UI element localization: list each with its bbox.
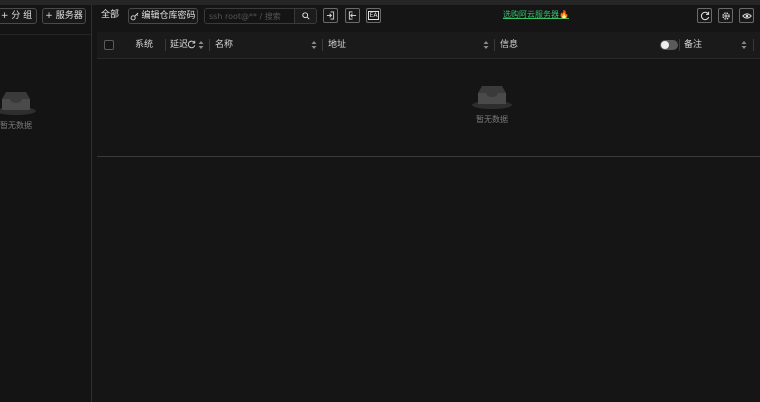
search-icon xyxy=(301,12,310,20)
column-separator xyxy=(494,39,495,51)
ea-label: EA xyxy=(367,11,380,20)
column-separator xyxy=(679,39,680,51)
empty-box-icon xyxy=(0,92,36,115)
empty-box-icon xyxy=(472,86,512,109)
export-button[interactable] xyxy=(345,8,360,23)
eye-icon xyxy=(741,12,752,19)
column-latency[interactable]: 延迟 xyxy=(170,32,188,58)
table-empty-state: 暂无数据 xyxy=(460,83,524,125)
sort-icon[interactable] xyxy=(741,40,747,50)
refresh-icon xyxy=(700,11,709,20)
table-bottom-border xyxy=(97,156,760,157)
main-area: 全部 编辑仓库密码 EA 选购阿云服务器🔥 xyxy=(92,5,760,402)
column-separator xyxy=(753,39,754,51)
gear-icon xyxy=(721,11,730,20)
search-button[interactable] xyxy=(294,8,317,24)
left-panel: + 分 组 + 服务器 暂无数据 xyxy=(0,5,92,402)
table-header: 系统 延迟 名称 地址 信息 备注 xyxy=(97,32,760,59)
sort-icon[interactable] xyxy=(483,40,489,50)
column-separator xyxy=(165,39,166,51)
sort-icon[interactable] xyxy=(311,40,317,50)
column-remark[interactable]: 备注 xyxy=(684,32,702,58)
refresh-button[interactable] xyxy=(697,8,712,23)
info-toggle[interactable] xyxy=(660,40,678,50)
visibility-button[interactable] xyxy=(739,8,754,23)
column-separator xyxy=(322,39,323,51)
column-info: 信息 xyxy=(500,40,519,50)
column-address[interactable]: 地址 xyxy=(328,32,346,58)
column-system[interactable]: 系统 xyxy=(135,32,153,58)
export-icon xyxy=(348,11,357,20)
import-icon xyxy=(326,11,335,20)
refresh-latency-icon[interactable] xyxy=(187,40,196,49)
key-icon xyxy=(131,12,139,20)
sidebar-empty-text: 暂无数据 xyxy=(0,121,32,130)
search-input[interactable] xyxy=(204,8,303,24)
select-all-checkbox[interactable] xyxy=(104,40,114,50)
sidebar-empty-state: 暂无数据 xyxy=(0,89,46,131)
add-group-button[interactable]: + 分 组 xyxy=(0,8,37,24)
promo-link[interactable]: 选购阿云服务器🔥 xyxy=(503,9,569,21)
column-separator xyxy=(209,39,210,51)
column-name[interactable]: 名称 xyxy=(215,32,233,58)
import-button[interactable] xyxy=(323,8,338,23)
sort-icon[interactable] xyxy=(198,40,204,50)
edit-repo-password-button[interactable]: 编辑仓库密码 xyxy=(128,8,198,24)
table-empty-text: 暂无数据 xyxy=(476,115,508,124)
add-server-button[interactable]: + 服务器 xyxy=(42,8,86,24)
left-panel-divider xyxy=(0,34,91,35)
filter-all[interactable]: 全部 xyxy=(101,7,119,23)
ea-button[interactable]: EA xyxy=(366,8,381,23)
settings-button[interactable] xyxy=(718,8,733,23)
